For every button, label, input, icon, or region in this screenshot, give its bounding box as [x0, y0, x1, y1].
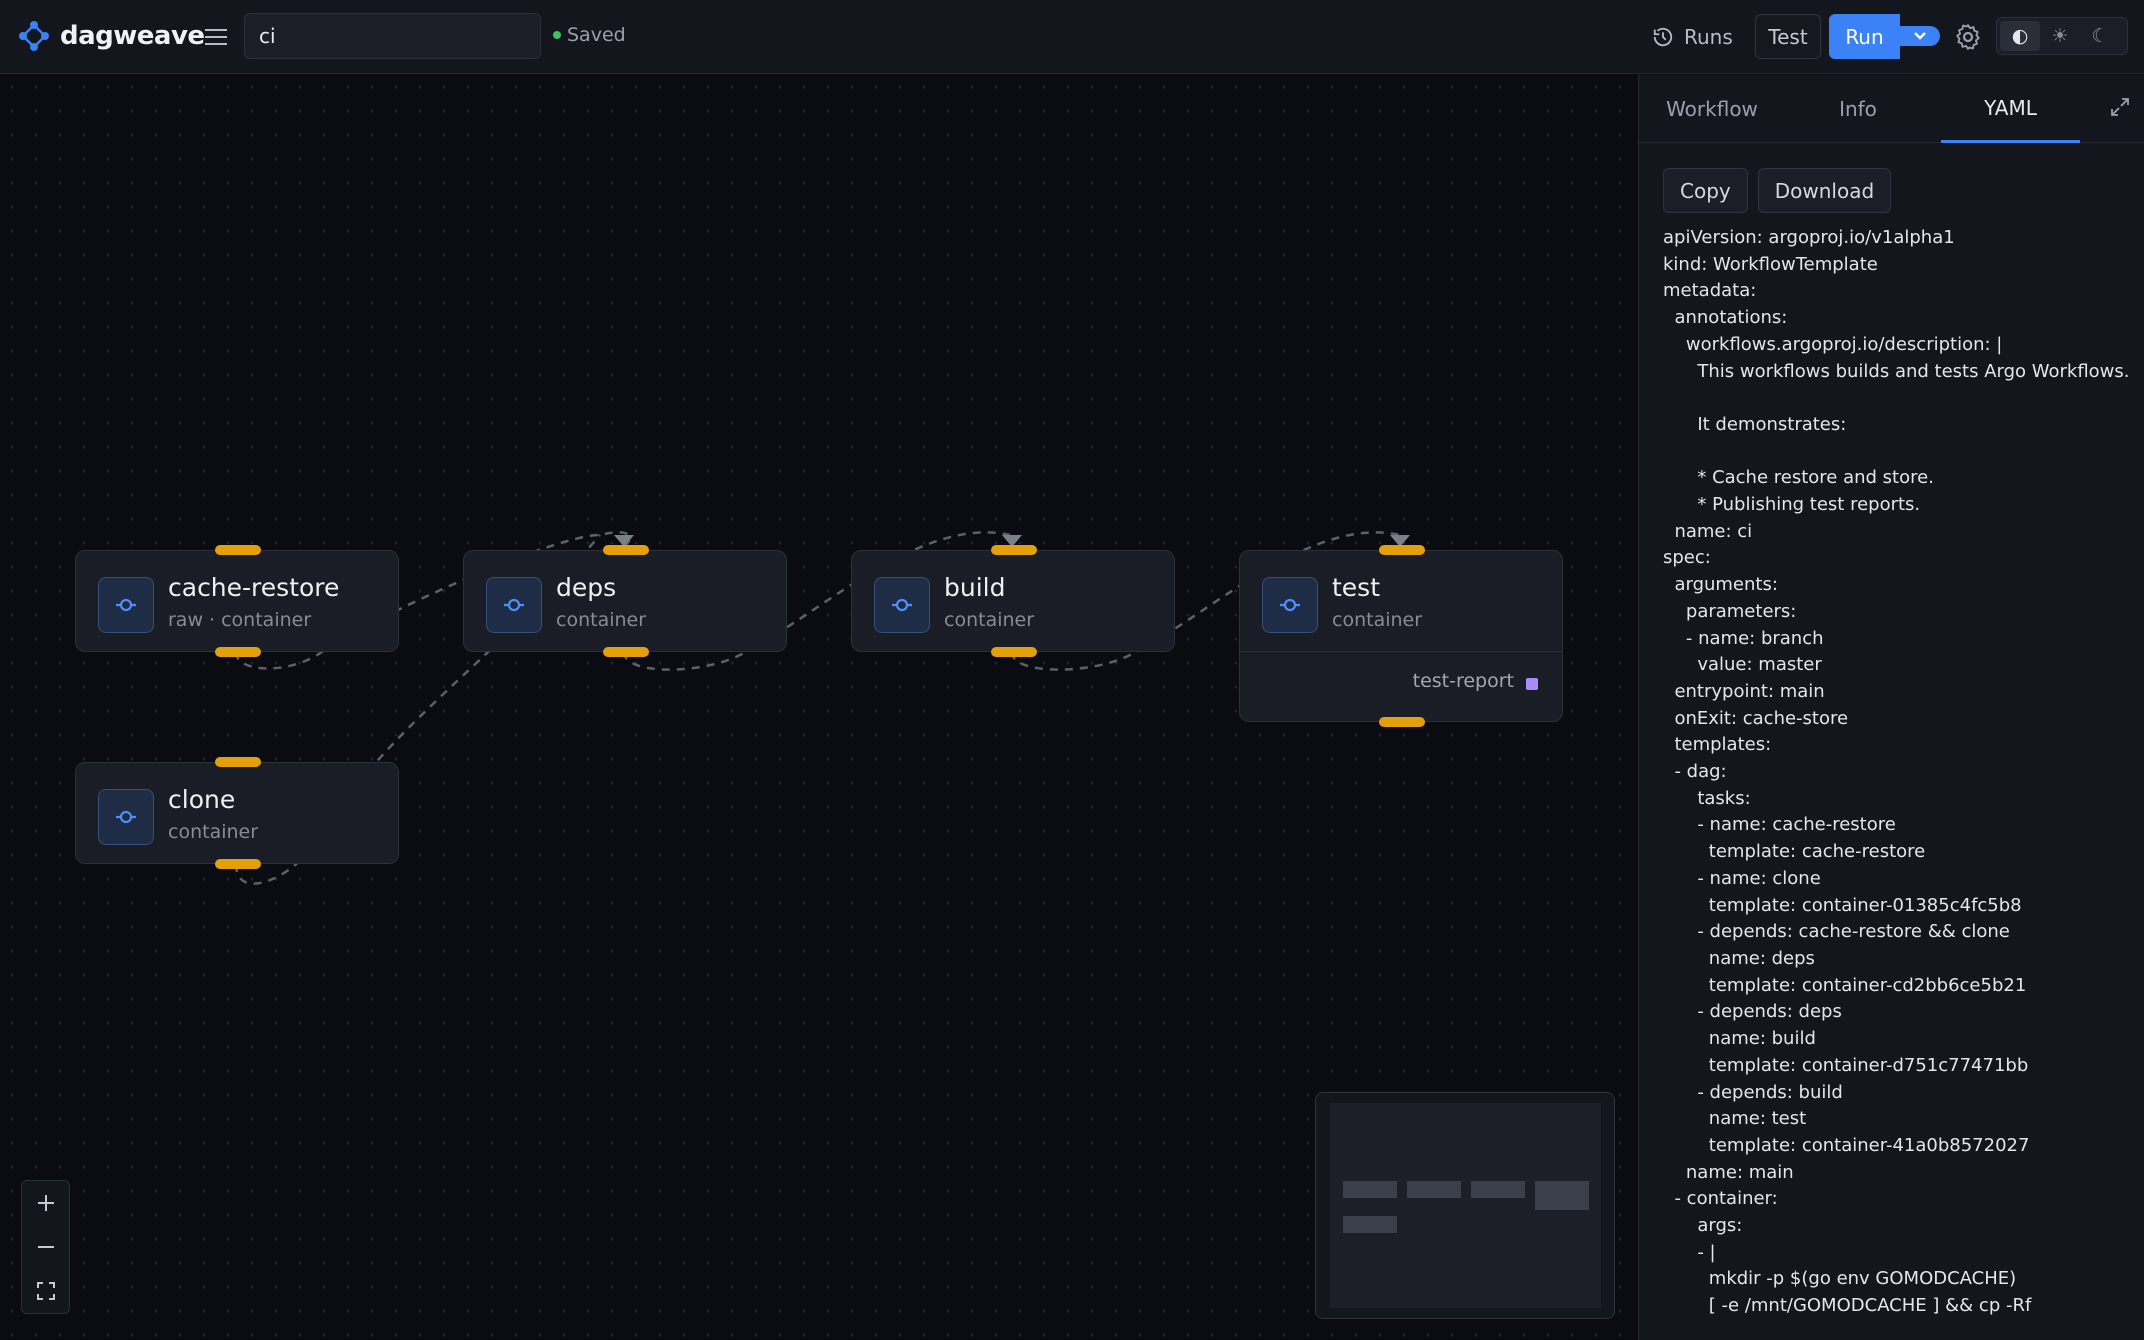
tab-info[interactable]: Info: [1785, 75, 1931, 143]
minimap-node: [1407, 1181, 1461, 1198]
output-handle[interactable]: [603, 647, 649, 657]
yaml-content[interactable]: apiVersion: argoproj.io/v1alpha1 kind: W…: [1663, 225, 2133, 1320]
tab-workflow[interactable]: Workflow: [1639, 75, 1785, 143]
theme-auto-button[interactable]: ◐: [2000, 21, 2040, 51]
menu-icon[interactable]: [202, 24, 230, 50]
top-bar: dagweave Saved Runs Test Run ◐ ☀ ☾: [0, 0, 2144, 74]
node-subtitle: raw · container: [168, 609, 312, 631]
node-title: cache-restore: [168, 573, 340, 602]
tab-yaml[interactable]: YAML: [1941, 75, 2080, 143]
container-icon: [486, 577, 542, 633]
output-handle[interactable]: [215, 859, 261, 869]
node-output-row: test-report: [1240, 651, 1562, 721]
minus-icon: [37, 1246, 54, 1248]
zoom-out-button[interactable]: [22, 1225, 69, 1269]
container-icon: [98, 789, 154, 845]
minimap[interactable]: [1315, 1092, 1615, 1319]
output-artifact-label: test-report: [1412, 670, 1514, 692]
container-icon: [874, 577, 930, 633]
expand-icon: [2111, 98, 2129, 116]
logo-icon: [18, 20, 50, 52]
container-icon: [1262, 577, 1318, 633]
container-icon: [98, 577, 154, 633]
theme-switcher: ◐ ☀ ☾: [1996, 17, 2128, 55]
node-build[interactable]: build container: [851, 545, 1175, 657]
runs-label: Runs: [1684, 25, 1733, 49]
fit-view-icon: [36, 1282, 55, 1300]
minimap-node: [1343, 1216, 1397, 1233]
node-subtitle: container: [168, 821, 259, 843]
side-panel: Workflow Info YAML Copy Download apiVers…: [1638, 75, 2144, 1340]
output-handle[interactable]: [215, 647, 261, 657]
panel-tabs: Workflow Info YAML: [1639, 75, 2144, 143]
node-title: test: [1332, 573, 1381, 602]
node-title: deps: [556, 573, 617, 602]
runs-button[interactable]: Runs: [1652, 18, 1733, 56]
plus-icon: [37, 1195, 54, 1211]
minimap-node: [1471, 1181, 1525, 1198]
theme-dark-button[interactable]: ☾: [2080, 21, 2120, 51]
node-title: clone: [168, 785, 236, 814]
saved-dot: [553, 31, 561, 39]
gear-icon: [1956, 24, 1980, 50]
node-subtitle: container: [556, 609, 647, 631]
download-button[interactable]: Download: [1757, 168, 1892, 213]
node-test[interactable]: test container test-report: [1239, 545, 1563, 727]
app-name: dagweave: [60, 21, 205, 51]
zoom-controls: [21, 1180, 70, 1314]
run-button[interactable]: Run: [1829, 14, 1900, 59]
workflow-name-input[interactable]: [244, 13, 541, 59]
copy-button[interactable]: Copy: [1663, 168, 1748, 213]
node-subtitle: container: [944, 609, 1035, 631]
minimap-viewport[interactable]: [1330, 1103, 1601, 1308]
save-status: Saved: [553, 24, 626, 46]
node-subtitle: container: [1332, 609, 1423, 631]
minimap-node: [1343, 1181, 1397, 1198]
node-clone[interactable]: clone container: [75, 757, 399, 869]
yaml-actions: Copy Download: [1663, 168, 1892, 213]
test-button[interactable]: Test: [1755, 14, 1821, 59]
history-icon: [1653, 27, 1673, 47]
settings-button[interactable]: [1953, 22, 1983, 52]
node-deps[interactable]: deps container: [463, 545, 787, 657]
node-cache-restore[interactable]: cache-restore raw · container: [75, 545, 399, 657]
expand-panel-button[interactable]: [2109, 96, 2135, 122]
dag-canvas[interactable]: cache-restore raw · container deps conta…: [0, 75, 1638, 1340]
logo[interactable]: dagweave: [18, 20, 205, 52]
zoom-in-button[interactable]: [22, 1181, 69, 1225]
fit-view-button[interactable]: [22, 1269, 69, 1313]
chevron-down-icon: [1914, 32, 1926, 40]
saved-label: Saved: [567, 24, 626, 46]
theme-light-button[interactable]: ☀: [2040, 21, 2080, 51]
minimap-node: [1535, 1181, 1589, 1210]
node-title: build: [944, 573, 1006, 602]
run-options-button[interactable]: [1900, 26, 1940, 46]
output-handle[interactable]: [1379, 717, 1425, 727]
artifact-handle[interactable]: [1526, 678, 1538, 690]
output-handle[interactable]: [991, 647, 1037, 657]
